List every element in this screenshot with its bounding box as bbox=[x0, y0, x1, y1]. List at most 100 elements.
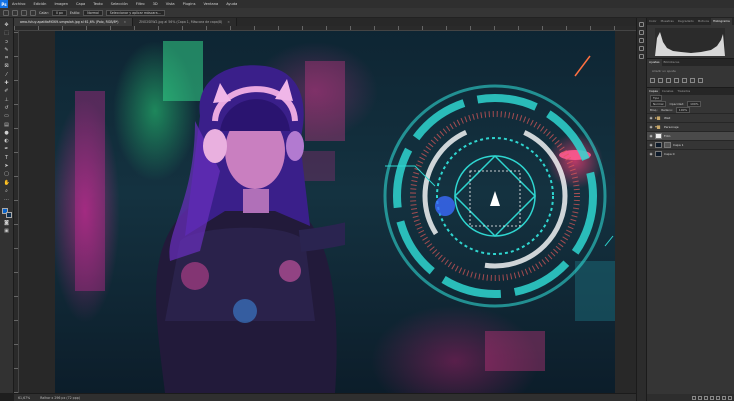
adjustment-layer-icon[interactable] bbox=[710, 395, 714, 400]
marquee-tool-icon[interactable] bbox=[12, 9, 18, 16]
menu-plugins[interactable]: Plugins bbox=[179, 2, 200, 6]
crop-tool-icon[interactable]: ⌗ bbox=[4, 55, 10, 61]
menu-filtro[interactable]: Filtro bbox=[132, 2, 149, 6]
color-balance-icon[interactable] bbox=[698, 78, 703, 83]
add-selection-icon[interactable] bbox=[30, 9, 36, 16]
blur-tool-icon[interactable]: ● bbox=[4, 130, 10, 136]
tab-layers[interactable]: Capas bbox=[647, 88, 660, 95]
blend-mode-select[interactable]: Normal bbox=[650, 101, 667, 107]
background-color-swatch[interactable] bbox=[5, 211, 12, 218]
eyedropper-tool-icon[interactable]: ⁄ bbox=[4, 72, 10, 78]
menu-archivo[interactable]: Archivo bbox=[8, 2, 29, 6]
menu-edicion[interactable]: Edición bbox=[29, 2, 50, 6]
layer-row-selected[interactable]: ◉ Foto bbox=[647, 131, 734, 140]
new-selection-icon[interactable] bbox=[21, 9, 27, 16]
move-tool-icon[interactable]: ✥ bbox=[4, 22, 10, 28]
layer-row[interactable]: ◉ ▸▆ Wall bbox=[647, 113, 734, 122]
tab-gradients[interactable]: Degradado bbox=[676, 18, 696, 25]
pen-tool-icon[interactable]: ✒ bbox=[4, 146, 10, 152]
menu-ventana[interactable]: Ventana bbox=[199, 2, 222, 6]
menu-capa[interactable]: Capa bbox=[72, 2, 89, 6]
quick-mask-icon[interactable]: ◙ bbox=[4, 220, 10, 226]
document-canvas[interactable] bbox=[55, 31, 615, 393]
layer-name: Capa 0 bbox=[664, 152, 675, 156]
tab-document-2[interactable]: ZNO2SEW2.jpg al 56% (Capa 1, Máscara de … bbox=[133, 18, 237, 26]
tab-libraries[interactable]: Bibliotecas bbox=[662, 59, 682, 66]
eye-icon[interactable]: ◉ bbox=[649, 134, 653, 138]
new-group-icon[interactable] bbox=[716, 395, 720, 400]
zoom-tool-icon[interactable]: ⌕ bbox=[4, 188, 10, 194]
menu-vista[interactable]: Vista bbox=[162, 2, 179, 6]
frame-tool-icon[interactable]: ⊠ bbox=[4, 63, 10, 69]
curves-icon[interactable] bbox=[666, 78, 671, 83]
trash-icon[interactable] bbox=[728, 395, 732, 400]
link-layers-icon[interactable] bbox=[692, 395, 696, 400]
color-swatches[interactable] bbox=[1, 207, 12, 218]
home-icon[interactable] bbox=[3, 9, 9, 16]
screen-mode-icon[interactable]: ▣ bbox=[4, 228, 10, 234]
type-tool-icon[interactable]: T bbox=[4, 155, 10, 161]
menu-imagen[interactable]: Imagen bbox=[50, 2, 72, 6]
document-tabs: ama-futuy-apatitaMOK9.umgwlah.jpg al 61,… bbox=[14, 18, 636, 26]
eye-icon[interactable]: ◉ bbox=[649, 125, 653, 129]
brush-tool-icon[interactable]: ✐ bbox=[4, 88, 10, 94]
layer-row[interactable]: ◉ Capa 0 bbox=[647, 149, 734, 158]
stamp-tool-icon[interactable]: ⊥ bbox=[4, 97, 10, 103]
eye-icon[interactable]: ◉ bbox=[649, 152, 653, 156]
tab-channels[interactable]: Canales bbox=[660, 88, 675, 95]
eye-icon[interactable]: ◉ bbox=[649, 143, 653, 147]
photoshop-logo[interactable]: Ps bbox=[0, 0, 8, 8]
lasso-tool-icon[interactable]: ↄ bbox=[4, 39, 10, 45]
exposure-icon[interactable] bbox=[674, 78, 679, 83]
close-icon[interactable]: × bbox=[227, 20, 230, 24]
paragraph-panel-icon[interactable] bbox=[639, 46, 644, 51]
fx-icon[interactable] bbox=[698, 395, 702, 400]
brush-settings-icon[interactable] bbox=[639, 54, 644, 59]
feather-input[interactable]: 0 px bbox=[51, 9, 67, 16]
tab-histogram[interactable]: Histograma bbox=[710, 18, 732, 25]
close-icon[interactable]: × bbox=[123, 20, 126, 24]
hand-tool-icon[interactable]: ✋ bbox=[4, 180, 10, 186]
layer-mask-thumbnail[interactable] bbox=[664, 142, 671, 148]
fill-label: Relleno: bbox=[661, 108, 673, 112]
layer-row[interactable]: ◉ ▾▆ Personaje bbox=[647, 122, 734, 131]
properties-panel-icon[interactable] bbox=[639, 30, 644, 35]
levels-icon[interactable] bbox=[658, 78, 663, 83]
style-select[interactable]: Normal bbox=[83, 9, 103, 16]
new-layer-icon[interactable] bbox=[722, 395, 726, 400]
shape-tool-icon[interactable]: ▢ bbox=[4, 171, 10, 177]
tab-color[interactable]: Color bbox=[647, 18, 659, 25]
quick-select-tool-icon[interactable]: ✎ bbox=[4, 47, 10, 53]
path-select-icon[interactable]: ➤ bbox=[4, 163, 10, 169]
history-brush-icon[interactable]: ↺ bbox=[4, 105, 10, 111]
add-mask-icon[interactable] bbox=[704, 395, 708, 400]
tab-document-1-label: ama-futuy-apatitaMOK9.umgwlah.jpg al 61,… bbox=[20, 20, 119, 24]
dodge-tool-icon[interactable]: ◐ bbox=[4, 138, 10, 144]
eraser-tool-icon[interactable]: ▭ bbox=[4, 113, 10, 119]
vibrance-icon[interactable] bbox=[682, 78, 687, 83]
document-info[interactable]: Ralhor x 296 px (72 ppp) bbox=[40, 396, 80, 400]
marquee-tool-icon[interactable]: ⬚ bbox=[4, 30, 10, 36]
more-tools-icon[interactable]: … bbox=[4, 196, 10, 202]
menu-texto[interactable]: Texto bbox=[89, 2, 106, 6]
healing-tool-icon[interactable]: ✚ bbox=[4, 80, 10, 86]
character-panel-icon[interactable] bbox=[639, 38, 644, 43]
fill-input[interactable]: 100% bbox=[675, 107, 691, 113]
history-panel-icon[interactable] bbox=[639, 22, 644, 27]
menu-3d[interactable]: 3D bbox=[149, 2, 162, 6]
tab-swatches[interactable]: Muestras bbox=[659, 18, 676, 25]
tab-adjustments[interactable]: Ajustes bbox=[647, 59, 662, 66]
tab-patterns[interactable]: Motivos bbox=[696, 18, 711, 25]
select-and-mask-button[interactable]: Seleccionar y aplicar máscara... bbox=[105, 9, 165, 16]
gradient-tool-icon[interactable]: ▤ bbox=[4, 122, 10, 128]
menu-ayuda[interactable]: Ayuda bbox=[222, 2, 241, 6]
menu-seleccion[interactable]: Selección bbox=[107, 2, 132, 6]
eye-icon[interactable]: ◉ bbox=[649, 116, 653, 120]
zoom-level[interactable]: 61,67% bbox=[18, 396, 30, 400]
tab-paths[interactable]: Trazados bbox=[675, 88, 692, 95]
workspace bbox=[19, 31, 636, 393]
brightness-icon[interactable] bbox=[650, 78, 655, 83]
hue-saturation-icon[interactable] bbox=[690, 78, 695, 83]
tab-document-1[interactable]: ama-futuy-apatitaMOK9.umgwlah.jpg al 61,… bbox=[14, 18, 134, 26]
layer-row[interactable]: ◉ Capa 1 bbox=[647, 140, 734, 149]
